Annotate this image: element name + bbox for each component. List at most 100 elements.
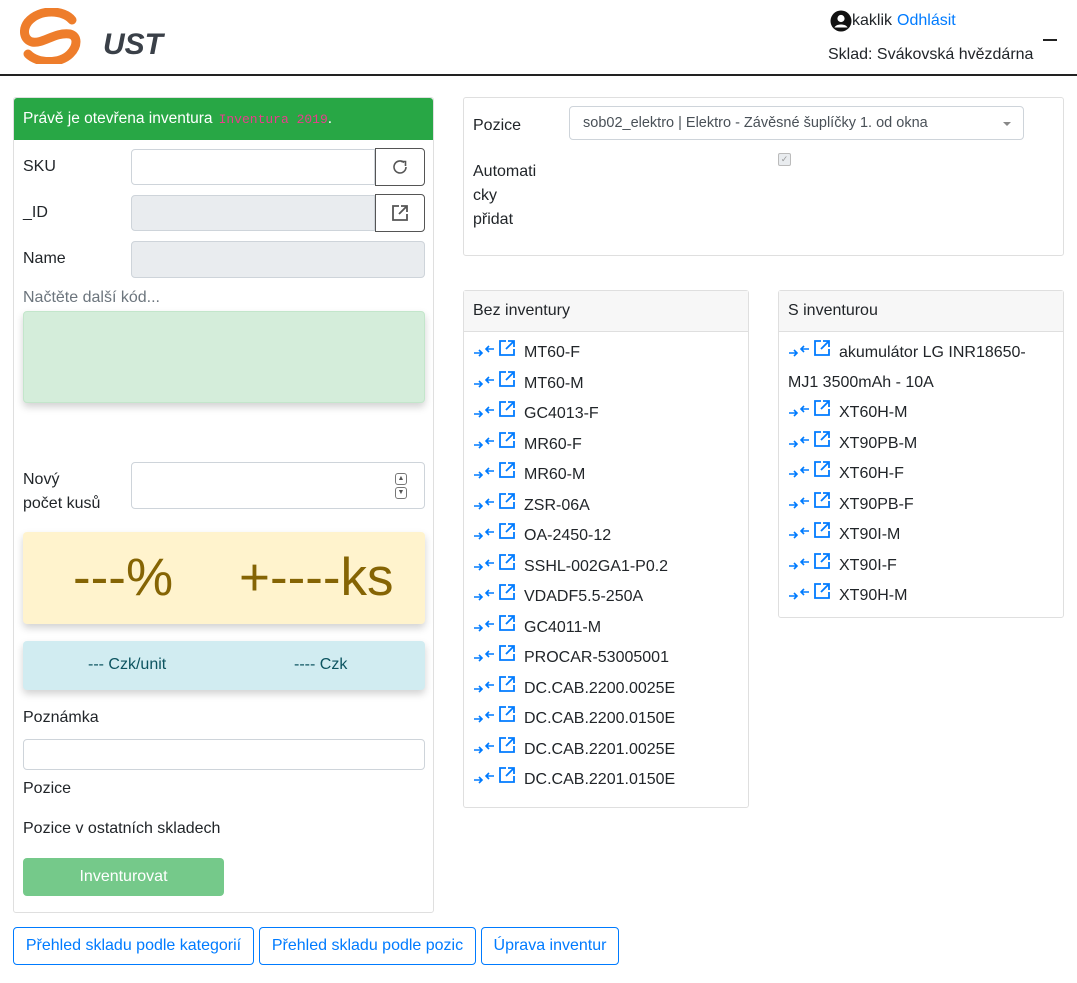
move-arrow-icon[interactable] (473, 643, 495, 674)
move-arrow-icon[interactable] (788, 398, 810, 429)
item-label[interactable]: XT90H-M (839, 581, 907, 612)
external-link-icon[interactable] (498, 399, 516, 430)
item-label[interactable]: XT60H-F (839, 459, 904, 490)
company-logo[interactable]: UST (20, 7, 163, 66)
item-label[interactable]: ZSR-06A (524, 491, 590, 522)
sku-input[interactable] (131, 149, 375, 185)
move-arrow-icon[interactable] (788, 338, 810, 368)
external-link-icon[interactable] (498, 338, 516, 369)
move-arrow-icon[interactable] (473, 704, 495, 735)
edit-inventories-button[interactable]: Úprava inventur (481, 927, 619, 965)
move-arrow-icon[interactable] (473, 521, 495, 552)
item-label[interactable]: DC.CAB.2201.0150E (524, 765, 675, 796)
external-link-icon[interactable] (813, 581, 831, 612)
item-icons (473, 674, 516, 705)
item-label[interactable]: MR60-F (524, 430, 582, 461)
item-label[interactable]: XT90PB-F (839, 490, 914, 521)
item-icons (473, 430, 516, 461)
item-label[interactable]: XT90I-F (839, 551, 897, 582)
auto-add-checkbox[interactable]: ✓ (778, 153, 791, 166)
external-link-icon[interactable] (498, 613, 516, 644)
move-arrow-icon[interactable] (788, 581, 810, 612)
external-link-icon[interactable] (498, 491, 516, 522)
item-label[interactable]: XT60H-M (839, 398, 907, 429)
count-stepper[interactable]: ▲ ▼ (395, 473, 407, 499)
item-label[interactable]: DC.CAB.2201.0025E (524, 735, 675, 766)
move-arrow-icon[interactable] (788, 551, 810, 582)
stepper-up-icon[interactable]: ▲ (395, 473, 407, 485)
item-label[interactable]: MR60-M (524, 460, 585, 491)
item-label[interactable]: PROCAR-53005001 (524, 643, 669, 674)
item-label[interactable]: GC4011-M (524, 613, 601, 644)
category-overview-button[interactable]: Přehled skladu podle kategorií (13, 927, 254, 965)
external-link-icon[interactable] (498, 674, 516, 705)
item-label[interactable]: MT60-F (524, 338, 580, 369)
external-link-icon[interactable] (498, 430, 516, 461)
move-arrow-icon[interactable] (473, 613, 495, 644)
external-link-icon[interactable] (498, 521, 516, 552)
item-label[interactable]: VDADF5.5-250A (524, 582, 643, 613)
item-label[interactable]: DC.CAB.2200.0150E (524, 704, 675, 735)
move-arrow-icon[interactable] (788, 520, 810, 551)
external-link-icon[interactable] (813, 459, 831, 490)
external-link-icon[interactable] (498, 460, 516, 491)
move-arrow-icon[interactable] (473, 338, 495, 369)
move-arrow-icon[interactable] (788, 429, 810, 460)
position-select[interactable]: sob02_elektro | Elektro - Závěsné šuplíč… (569, 106, 1024, 140)
move-arrow-icon[interactable] (473, 491, 495, 522)
with-inventory-items-rest: XT60H-M XT90PB-M XT60H-F XT90PB-F XT90I-M XT9… (788, 398, 1054, 612)
external-link-icon[interactable] (498, 735, 516, 766)
item-icons (473, 552, 516, 583)
move-arrow-icon[interactable] (473, 765, 495, 796)
item-label-cont[interactable]: MJ1 3500mAh - 10A (788, 374, 934, 391)
external-link-icon[interactable] (813, 398, 831, 429)
item-label[interactable]: GC4013-F (524, 399, 599, 430)
external-link-icon[interactable] (498, 582, 516, 613)
external-link-icon[interactable] (498, 704, 516, 735)
move-arrow-icon[interactable] (473, 430, 495, 461)
move-arrow-icon[interactable] (473, 399, 495, 430)
external-link-icon[interactable] (813, 551, 831, 582)
inventurovat-button[interactable]: Inventurovat (23, 858, 224, 896)
item-icons (788, 520, 831, 551)
logo-swirl-icon (20, 7, 81, 66)
move-arrow-icon[interactable] (788, 459, 810, 490)
item-label[interactable]: DC.CAB.2200.0025E (524, 674, 675, 705)
external-link-icon[interactable] (813, 429, 831, 460)
scan-hint: Načtěte další kód... (23, 289, 160, 306)
external-link-icon[interactable] (813, 338, 831, 368)
item-label[interactable]: akumulátor LG INR18650- (839, 344, 1026, 361)
user-area: kaklik Odhlásit (830, 8, 956, 34)
external-link-icon[interactable] (498, 369, 516, 400)
without-inventory-items: MT60-F MT60-M GC4013-F MR60-F MR60-M ZSR-06A O… (464, 332, 748, 796)
count-input[interactable]: ▲ ▼ (131, 462, 425, 509)
move-arrow-icon[interactable] (788, 490, 810, 521)
external-link-icon[interactable] (813, 520, 831, 551)
move-arrow-icon[interactable] (473, 369, 495, 400)
item-label[interactable]: XT90PB-M (839, 429, 917, 460)
logout-link[interactable]: Odhlásit (897, 12, 956, 30)
open-link-button[interactable] (375, 194, 425, 232)
move-arrow-icon[interactable] (473, 460, 495, 491)
external-link-icon[interactable] (813, 490, 831, 521)
item-label[interactable]: OA-2450-12 (524, 521, 611, 552)
move-arrow-icon[interactable] (473, 735, 495, 766)
external-link-icon[interactable] (498, 643, 516, 674)
item-label[interactable]: MT60-M (524, 369, 584, 400)
item-label[interactable]: SSHL-002GA1-P0.2 (524, 552, 668, 583)
refresh-button[interactable] (375, 148, 425, 186)
move-arrow-icon[interactable] (473, 674, 495, 705)
stepper-down-icon[interactable]: ▼ (395, 487, 407, 499)
position-overview-button[interactable]: Přehled skladu podle pozic (259, 927, 476, 965)
username: kaklik (852, 12, 893, 29)
with-inventory-list: S inventurou akumulátor LG INR18650- MJ1… (778, 290, 1064, 618)
move-arrow-icon[interactable] (473, 582, 495, 613)
menu-toggle[interactable] (1043, 39, 1057, 41)
external-link-icon[interactable] (498, 765, 516, 796)
external-link-icon[interactable] (498, 552, 516, 583)
item-icons (788, 429, 831, 460)
list-item: akumulátor LG INR18650- MJ1 3500mAh - 10… (788, 338, 1054, 398)
item-label[interactable]: XT90I-M (839, 520, 900, 551)
note-input[interactable] (23, 739, 425, 770)
move-arrow-icon[interactable] (473, 552, 495, 583)
